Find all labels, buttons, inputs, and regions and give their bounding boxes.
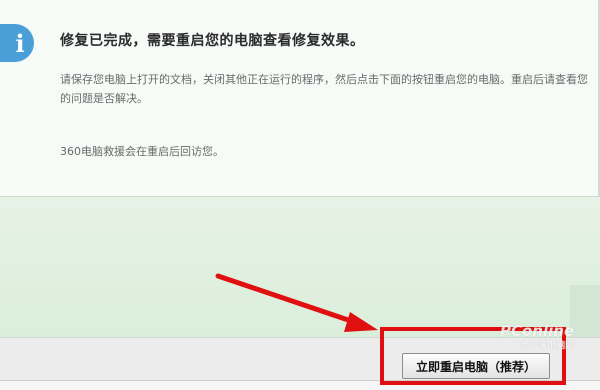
pconline-watermark: PConline 太平洋电脑网 bbox=[500, 322, 574, 351]
